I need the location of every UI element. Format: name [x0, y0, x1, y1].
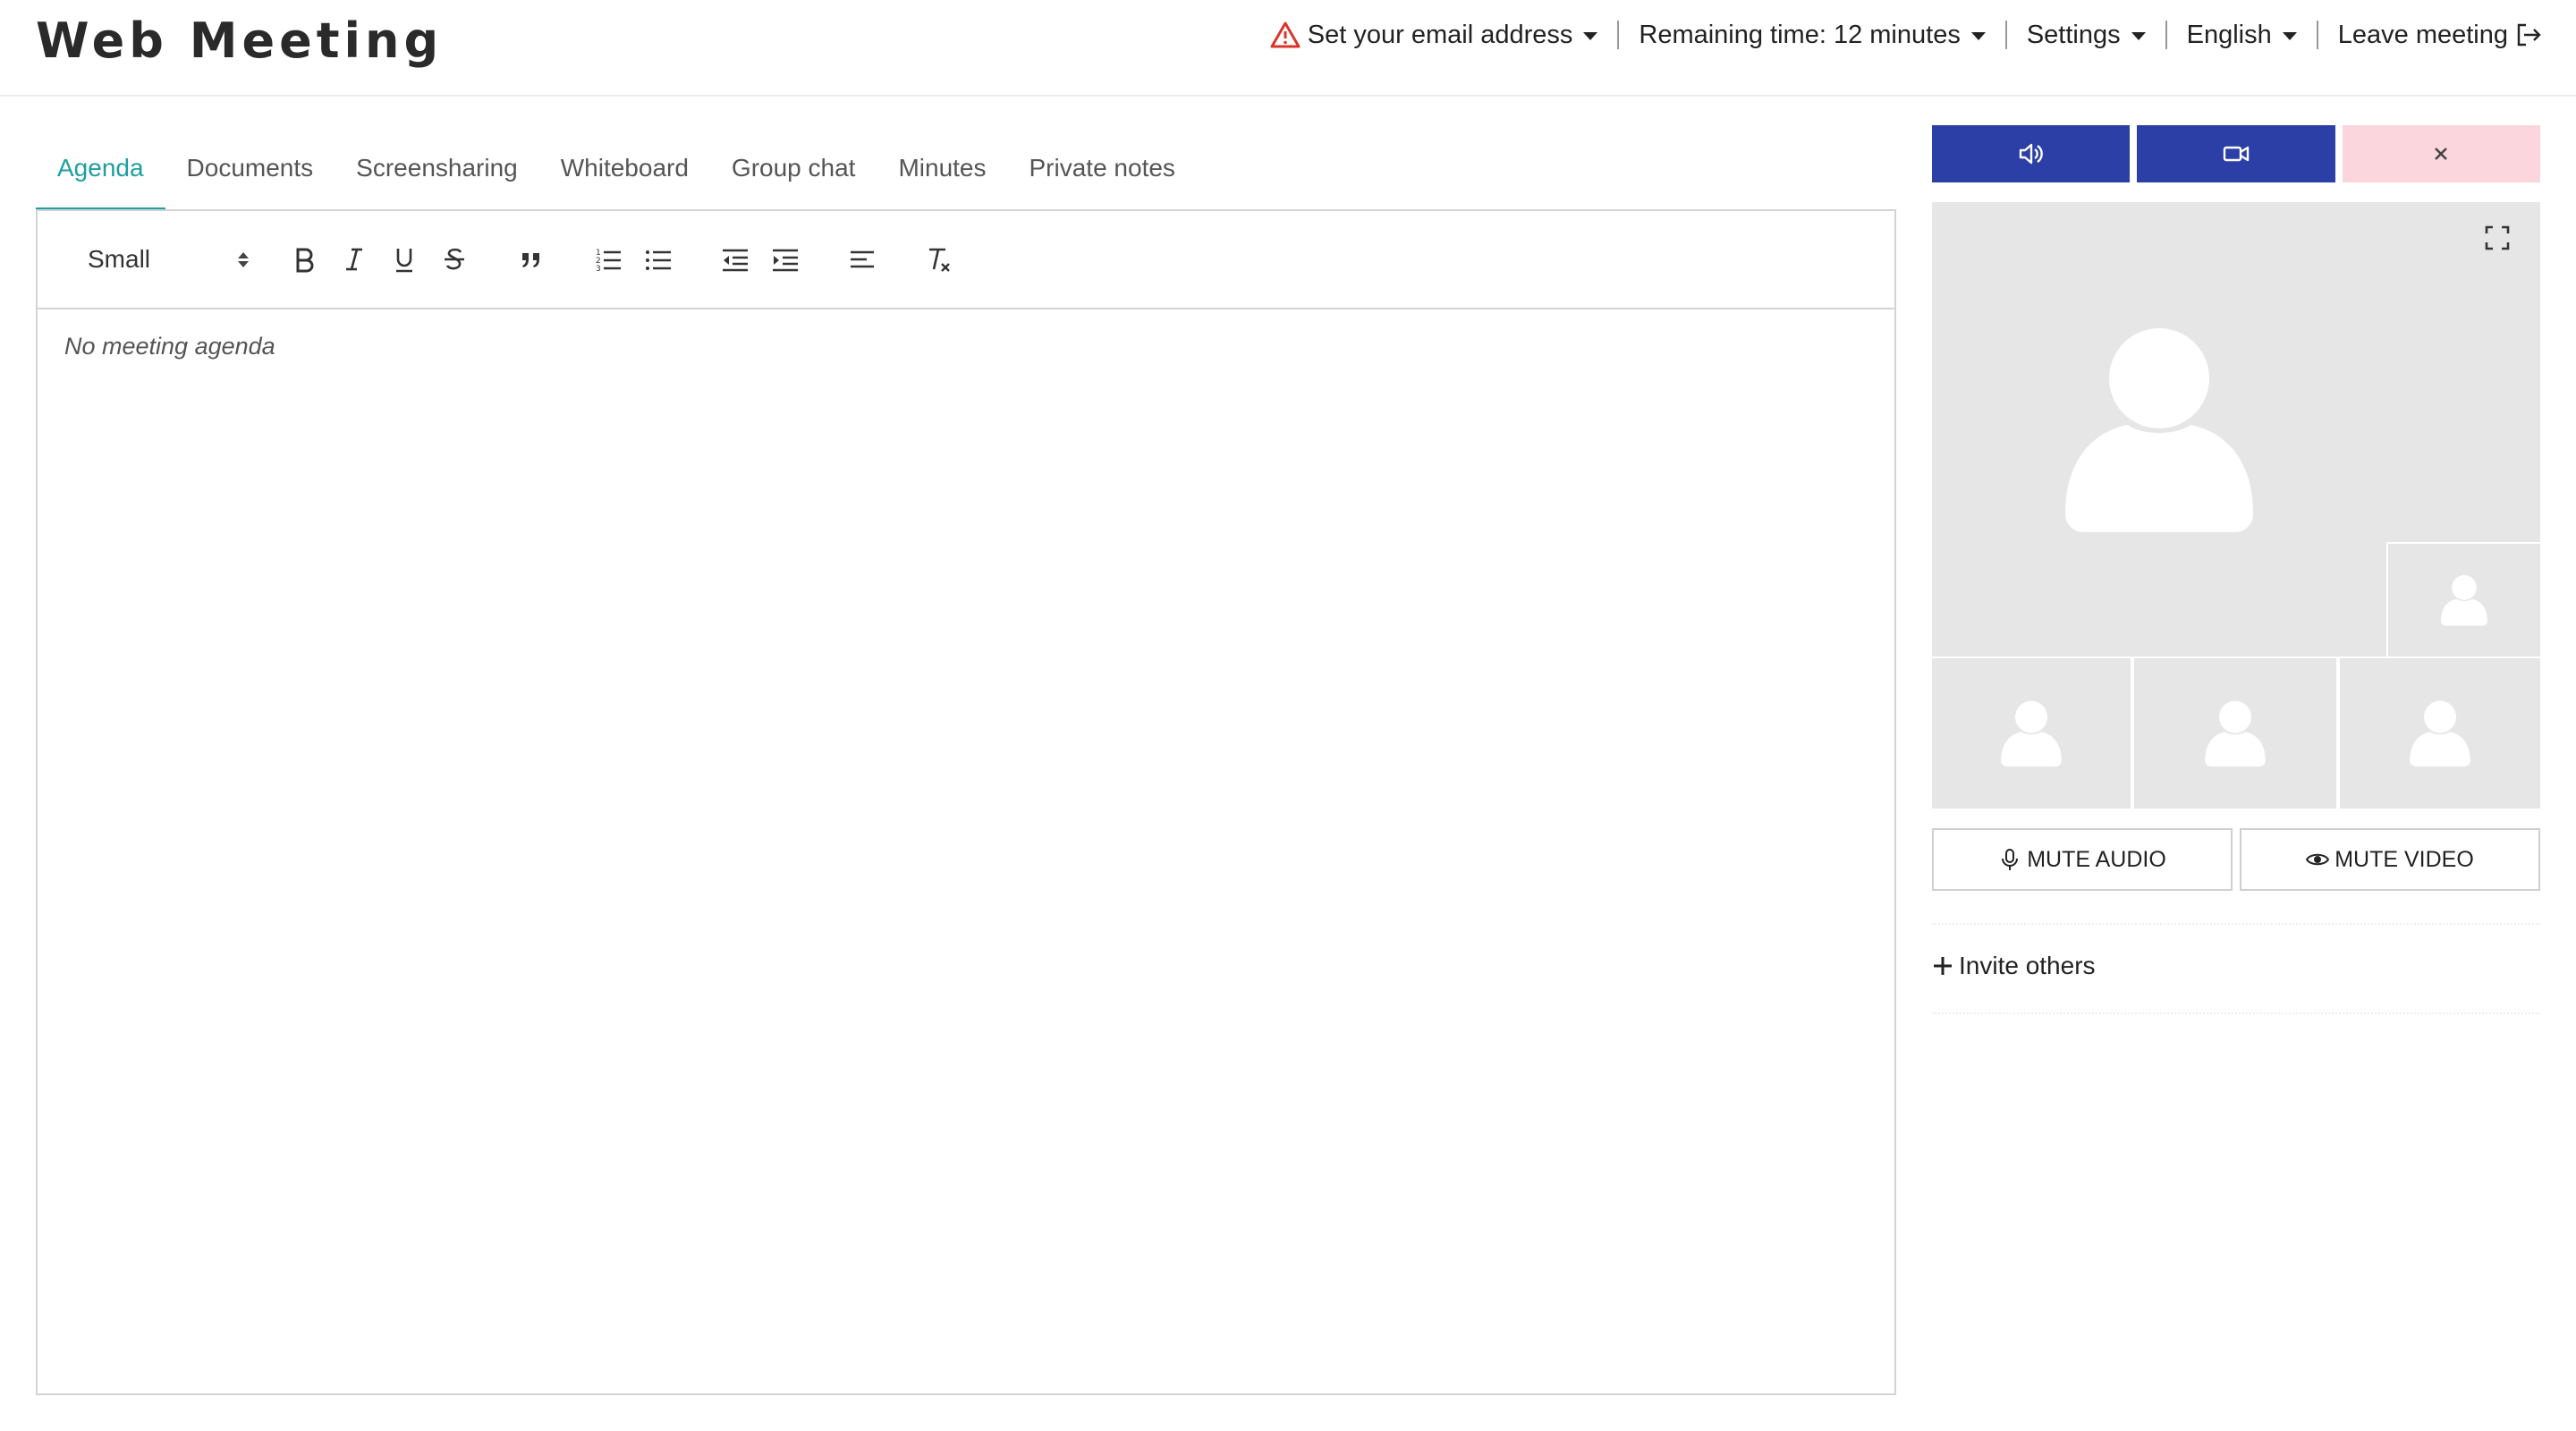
invite-section: Invite others	[1932, 923, 2540, 1014]
close-call-button[interactable]	[2342, 125, 2540, 182]
chevron-down-icon	[2131, 31, 2146, 40]
chevron-down-icon	[1583, 31, 1598, 40]
participant-video-tile[interactable]	[2340, 658, 2540, 809]
agenda-content[interactable]: No meeting agenda	[38, 309, 1894, 384]
user-avatar-icon	[2065, 328, 2253, 532]
settings-menu[interactable]: Settings	[2007, 21, 2165, 50]
main-video-tile[interactable]	[1932, 202, 2386, 656]
chevron-down-icon	[2282, 31, 2297, 40]
empty-agenda-placeholder: No meeting agenda	[64, 333, 275, 360]
strikethrough-icon	[445, 248, 464, 270]
email-warning-label: Set your email address	[1307, 20, 1573, 49]
clear-format-icon	[929, 248, 950, 272]
close-icon	[2435, 148, 2448, 160]
italic-icon	[346, 248, 362, 271]
bullet-list-icon	[646, 250, 671, 270]
tab-group-chat[interactable]: Group chat	[710, 134, 877, 211]
participant-video-tile[interactable]	[2388, 544, 2540, 656]
mute-audio-label: MUTE AUDIO	[2027, 846, 2166, 872]
language-menu[interactable]: English	[2167, 21, 2317, 50]
leave-meeting-label: Leave meeting	[2337, 20, 2508, 49]
mute-video-button[interactable]: MUTE VIDEO	[2240, 828, 2540, 891]
app-logo: Web Meeting	[36, 13, 444, 69]
tab-whiteboard[interactable]: Whiteboard	[539, 134, 710, 211]
video-camera-icon	[2223, 146, 2250, 162]
tab-bar: Agenda Documents Screensharing Whiteboar…	[36, 134, 1197, 211]
user-avatar-icon	[2410, 700, 2470, 766]
speaker-toggle-button[interactable]	[1932, 125, 2131, 182]
user-avatar-icon	[2441, 575, 2487, 626]
video-grid	[1932, 202, 2540, 809]
sign-out-icon	[2517, 23, 2541, 47]
user-avatar-icon	[2205, 700, 2266, 766]
warning-icon	[1270, 21, 1301, 48]
indent-icon	[773, 249, 798, 272]
participant-video-tile[interactable]	[1932, 658, 2131, 809]
remaining-time-menu[interactable]: Remaining time: 12 minutes	[1619, 21, 2004, 50]
volume-icon	[2019, 143, 2043, 165]
top-navigation: Set your email address Remaining time: 1…	[1250, 16, 2542, 54]
tab-minutes[interactable]: Minutes	[877, 134, 1007, 211]
blockquote-icon	[522, 253, 539, 267]
tab-private-notes[interactable]: Private notes	[1008, 134, 1197, 211]
underline-icon	[396, 249, 412, 273]
underline-button[interactable]	[385, 240, 424, 279]
user-avatar-icon	[2001, 700, 2062, 766]
mute-video-label: MUTE VIDEO	[2334, 846, 2474, 872]
font-size-select[interactable]: Small	[88, 245, 249, 274]
plus-icon	[1934, 957, 1952, 975]
ordered-list-button[interactable]: 123	[589, 240, 628, 279]
media-controls	[1932, 125, 2540, 182]
microphone-icon	[2002, 849, 2019, 870]
tab-documents[interactable]: Documents	[165, 134, 335, 211]
mute-controls: MUTE AUDIO MUTE VIDEO	[1932, 828, 2540, 891]
blockquote-button[interactable]	[512, 240, 551, 279]
tab-agenda[interactable]: Agenda	[36, 134, 165, 211]
participant-video-tile[interactable]	[2134, 658, 2336, 809]
main-video-tile-extension	[2386, 202, 2540, 542]
fullscreen-icon[interactable]	[2485, 225, 2510, 250]
header: Web Meeting Set your email address Remai…	[0, 0, 2576, 97]
editor-toolbar: Small 123	[38, 211, 1894, 309]
up-down-arrows-icon	[238, 251, 249, 267]
remaining-time-label: Remaining time: 12 minutes	[1639, 20, 1961, 49]
eye-icon	[2306, 853, 2330, 866]
ordered-list-icon: 123	[596, 249, 621, 274]
chevron-down-icon	[1970, 31, 1986, 40]
email-warning-menu[interactable]: Set your email address	[1250, 21, 1618, 50]
settings-label: Settings	[2026, 20, 2121, 49]
clear-format-button[interactable]	[919, 240, 959, 279]
camera-toggle-button[interactable]	[2137, 125, 2335, 182]
svg-text:3: 3	[596, 265, 601, 274]
agenda-editor: Small 123 No meeting agenda	[36, 209, 1896, 1395]
invite-others-link[interactable]: Invite others	[1932, 952, 2096, 980]
font-size-value: Small	[88, 245, 151, 273]
outdent-icon	[723, 249, 748, 272]
indent-button[interactable]	[766, 240, 805, 279]
align-button[interactable]	[843, 240, 882, 279]
mute-audio-button[interactable]: MUTE AUDIO	[1932, 828, 2233, 891]
invite-others-label: Invite others	[1959, 952, 2096, 979]
language-label: English	[2186, 20, 2272, 49]
bullet-list-button[interactable]	[639, 240, 678, 279]
strikethrough-button[interactable]	[435, 240, 474, 279]
bold-button[interactable]	[284, 240, 324, 279]
align-left-icon	[851, 250, 874, 268]
outdent-button[interactable]	[716, 240, 755, 279]
bold-icon	[296, 248, 314, 273]
leave-meeting-link[interactable]: Leave meeting	[2318, 21, 2542, 50]
italic-button[interactable]	[335, 240, 374, 279]
tab-screensharing[interactable]: Screensharing	[335, 134, 539, 211]
